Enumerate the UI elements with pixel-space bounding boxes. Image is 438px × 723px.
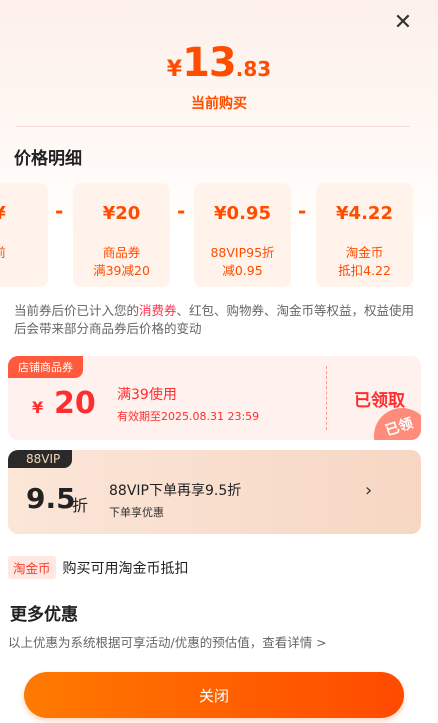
breakdown-card-line1: 淘金币: [345, 245, 384, 260]
more-offers-title: 更多优惠: [10, 605, 78, 625]
price-decimal: .83: [235, 57, 272, 81]
breakdown-card-amount: ¥20: [102, 203, 141, 224]
close-icon[interactable]: ✕: [390, 10, 416, 36]
coupon-tag: 店铺商品券: [8, 356, 83, 378]
more-offers-link[interactable]: 以上优惠为系统根据可享活动/优惠的预估值，查看详情 >: [8, 632, 327, 651]
store-coupon-card[interactable]: 店铺商品券 ¥ 20 满39使用 有效期至2025.08.31 23:59 已领…: [8, 356, 421, 440]
breakdown-card-line2: 减0.95: [222, 263, 263, 278]
vip-tag: 88VIP: [8, 450, 73, 468]
vip-rate: 9.5: [26, 482, 76, 515]
current-price: ¥13.83: [0, 40, 438, 86]
breakdown-card-vip: ¥0.95 88VIP95折 减0.95: [194, 183, 291, 287]
coin-badge: 淘金币: [8, 556, 56, 579]
price-label: 当前购买: [191, 96, 247, 112]
breakdown-card-line2: 前: [0, 244, 48, 262]
breakdown-card-coupon: ¥20 商品券 满39减20: [73, 183, 170, 287]
minus-sign: -: [298, 199, 307, 223]
breakdown-card-amount: ¥0.95: [214, 203, 271, 224]
breakdown-card-line1: 商品券: [102, 245, 141, 260]
price-currency: ¥: [166, 57, 183, 82]
breakdown-card-line2: 抵扣4.22: [338, 263, 391, 278]
coupon-divider: [326, 366, 327, 430]
price-breakdown[interactable]: ¥ 前 - ¥20 商品券 满39减20 - ¥0.95 88VIP95折 减0…: [0, 183, 438, 287]
breakdown-card-line2: 满39减20: [93, 263, 150, 278]
vip-rate-unit: 折: [72, 496, 89, 515]
vip-discount-card[interactable]: 88VIP 9.5 折 88VIP下单再享9.5折 下单享优惠 ›: [8, 450, 421, 534]
coupon-expiry: 有效期至2025.08.31 23:59: [117, 410, 260, 423]
coupon-currency: ¥: [32, 398, 44, 417]
breakdown-card-line1: 88VIP95折: [210, 245, 275, 260]
coin-row: 淘金币 购买可用淘金币抵扣: [8, 556, 189, 579]
close-button[interactable]: 关闭: [24, 672, 404, 718]
price-integer: 13: [182, 40, 237, 86]
chevron-right-icon[interactable]: ›: [365, 480, 372, 501]
breakdown-card-coin: ¥4.22 淘金币 抵扣4.22: [316, 183, 413, 287]
breakdown-title: 价格明细: [14, 149, 82, 169]
breakdown-card-amount: ¥4.22: [336, 203, 393, 224]
minus-sign: -: [177, 199, 186, 223]
divider: [16, 126, 410, 127]
coupon-condition: 满39使用: [117, 387, 177, 403]
consumer-coupon-link[interactable]: 消费券: [139, 303, 177, 318]
breakdown-card-amount: ¥: [0, 203, 48, 224]
breakdown-card-partial: ¥ 前: [0, 183, 48, 287]
vip-subtitle: 下单享优惠: [109, 506, 164, 519]
minus-sign: -: [55, 199, 64, 223]
coin-text: 购买可用淘金币抵扣: [62, 560, 189, 577]
note-text: 当前券后价已计入您的: [14, 303, 140, 318]
vip-title: 88VIP下单再享9.5折: [109, 483, 242, 499]
price-note: 当前券后价已计入您的消费券、红包、购物券、淘金币等权益，权益使用后会带来部分商品…: [14, 302, 418, 338]
coupon-amount: 20: [54, 386, 96, 421]
